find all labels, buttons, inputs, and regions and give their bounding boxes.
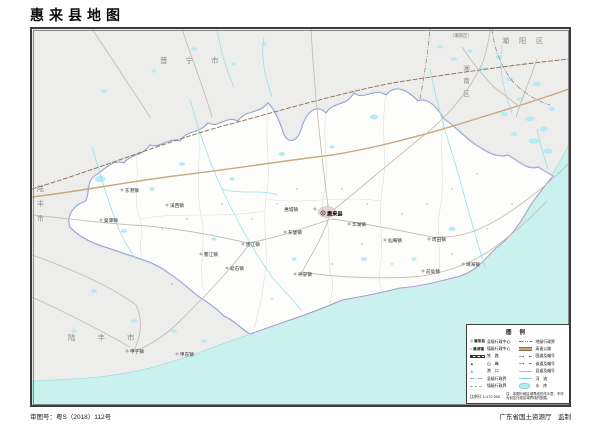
peak-icon: ▲: [470, 362, 474, 366]
town-label: 东港镇: [125, 187, 139, 194]
legend-row: 铁 路: [470, 353, 519, 360]
page: 惠来县地图: [0, 0, 600, 434]
legend-row: 国道及编号: [519, 353, 568, 360]
legend-row: 县级行政界: [470, 375, 519, 382]
region-label-chaonan-paren: （潮南区）: [450, 32, 472, 39]
town-boundary-symbol: [470, 386, 483, 387]
publisher: 广东省国土资源厅 监制: [500, 411, 572, 421]
port-icon: ⚓: [470, 369, 474, 374]
legend-right-column: 地级行政界 高速公路 国道及编号 省道及编号: [519, 338, 568, 390]
map-frame: 惠来县: [30, 27, 571, 407]
legend-row: 镇级行政界: [470, 382, 519, 389]
expressway-symbol: [519, 347, 532, 351]
legend-note: 注：本图行政区域界线仅作示意，不作为划定行政区域界线的依据。: [506, 392, 567, 401]
county-seat-marker: [321, 211, 325, 215]
legend-left-column: ◎ 惠来县 县级行政中心 ○ 惠城镇 镇级行政中心 铁 路 ▲: [470, 338, 519, 390]
legend-row: 河 流: [519, 375, 568, 382]
town-label: 甲东镇: [180, 351, 194, 358]
town-label: 仙庵镇: [388, 237, 402, 244]
town-label: 东陇镇: [288, 229, 302, 236]
legend-row: 高速公路: [519, 345, 568, 352]
provincial-road-symbol: [519, 363, 532, 364]
town-symbol: ○ 惠城镇: [470, 347, 484, 352]
river-symbol: [519, 378, 532, 379]
town-label: 惠城镇: [284, 206, 298, 213]
page-title: 惠来县地图: [30, 5, 125, 25]
town-label: 溪西镇: [170, 202, 184, 209]
prefecture-boundary-symbol: [519, 341, 532, 342]
town-label: 隆江镇: [246, 241, 260, 248]
legend-row: 县道及编号: [519, 368, 568, 375]
railway-symbol: [470, 355, 485, 359]
county-road-symbol: [519, 371, 532, 372]
town-label: 甲子镇: [130, 348, 144, 355]
town-label: 神泉镇: [298, 271, 312, 278]
town-label: 周田镇: [432, 236, 446, 243]
legend-row: ▲ 山 峰: [470, 360, 519, 367]
legend-row: 地级行政界: [519, 338, 568, 345]
town-label: 华湖镇: [352, 221, 366, 228]
approval-number: 审图号：粤S（2018）112号: [30, 411, 111, 421]
legend-row: ◎ 惠来县 县级行政中心: [470, 338, 519, 345]
map-footer: 审图号：粤S（2018）112号 广东省国土资源厅 监制: [30, 411, 571, 421]
reservoir-symbol: [519, 383, 530, 388]
region-label-puning: 普宁市: [160, 55, 237, 65]
town-label: 鳌江镇: [204, 251, 218, 258]
scale-label: 比例尺 1:170 000: [470, 394, 506, 400]
map-canvas: 惠来县: [32, 29, 569, 405]
legend: 图例 ◎ 惠来县 县级行政中心 ○ 惠城镇 镇级行政中心 铁: [466, 324, 569, 404]
county-seat-symbol: ◎ 惠来县: [470, 339, 485, 344]
legend-row: ○ 惠城镇 镇级行政中心: [470, 345, 519, 352]
region-label-lufeng-south: 陆丰市: [68, 332, 157, 342]
town-label: 岐石镇: [230, 265, 244, 272]
legend-row: 水 库: [519, 382, 568, 389]
legend-row: ⚓ 港 口: [470, 368, 519, 375]
town-label: 前詹镇: [426, 268, 440, 275]
town-label: 靖海镇: [466, 261, 480, 268]
county-boundary-symbol: [470, 378, 483, 379]
county-seat-label: 惠来县: [327, 209, 343, 217]
town-label: 葵潭镇: [104, 217, 118, 224]
legend-row: 省道及编号: [519, 360, 568, 367]
region-label-chaoyang: 潮阳区: [502, 36, 553, 45]
national-road-symbol: [519, 356, 532, 357]
region-label-lufeng-west: 陆丰市: [37, 184, 45, 230]
legend-title: 图例: [472, 328, 567, 336]
